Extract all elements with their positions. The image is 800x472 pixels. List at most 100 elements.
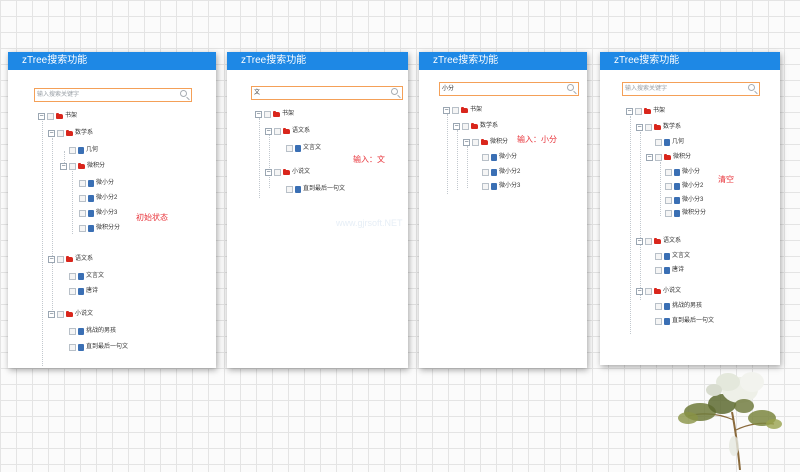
node-checkbox[interactable] bbox=[57, 256, 64, 263]
node-checkbox[interactable] bbox=[655, 154, 662, 161]
tree-node[interactable]: − 书架 bbox=[255, 110, 294, 119]
collapse-switch[interactable]: − bbox=[453, 123, 460, 130]
node-checkbox[interactable] bbox=[69, 147, 76, 154]
search-icon[interactable] bbox=[748, 84, 755, 91]
tree-node[interactable]: − 语文系 bbox=[48, 255, 93, 264]
search-icon[interactable] bbox=[567, 84, 574, 91]
node-checkbox[interactable] bbox=[274, 128, 281, 135]
node-checkbox[interactable] bbox=[472, 139, 479, 146]
tree-node[interactable]: 微小分2 bbox=[70, 194, 117, 203]
collapse-switch[interactable]: − bbox=[48, 256, 55, 263]
tree-node[interactable]: 微小分2 bbox=[656, 182, 703, 191]
node-checkbox[interactable] bbox=[79, 180, 86, 187]
node-checkbox[interactable] bbox=[645, 238, 652, 245]
tree-node[interactable]: 微小分3 bbox=[656, 196, 703, 205]
node-checkbox[interactable] bbox=[69, 163, 76, 170]
tree-node[interactable]: 几何 bbox=[60, 146, 98, 155]
tree-node[interactable]: 微小分 bbox=[473, 153, 517, 162]
collapse-switch[interactable]: − bbox=[636, 124, 643, 131]
collapse-switch[interactable]: − bbox=[626, 108, 633, 115]
collapse-switch[interactable]: − bbox=[48, 130, 55, 137]
collapse-switch[interactable]: − bbox=[443, 107, 450, 114]
collapse-switch[interactable]: − bbox=[636, 238, 643, 245]
node-checkbox[interactable] bbox=[482, 183, 489, 190]
node-checkbox[interactable] bbox=[645, 288, 652, 295]
tree-node[interactable]: 直到最后一句文 bbox=[646, 317, 714, 326]
tree-node[interactable]: 文言文 bbox=[646, 252, 690, 261]
tree-node[interactable]: − 数学系 bbox=[453, 122, 498, 131]
node-checkbox[interactable] bbox=[79, 195, 86, 202]
tree-node[interactable]: − 数学系 bbox=[48, 129, 93, 138]
tree-node[interactable]: − 书架 bbox=[38, 112, 77, 121]
search-input[interactable] bbox=[625, 83, 743, 95]
node-checkbox[interactable] bbox=[482, 169, 489, 176]
node-checkbox[interactable] bbox=[69, 273, 76, 280]
collapse-switch[interactable]: − bbox=[636, 288, 643, 295]
node-checkbox[interactable] bbox=[655, 303, 662, 310]
tree-node[interactable]: − 微积分 bbox=[646, 153, 691, 162]
collapse-switch[interactable]: − bbox=[265, 169, 272, 176]
node-checkbox[interactable] bbox=[665, 183, 672, 190]
node-checkbox[interactable] bbox=[69, 288, 76, 295]
tree-node[interactable]: − 语文系 bbox=[636, 237, 681, 246]
node-checkbox[interactable] bbox=[264, 111, 271, 118]
search-input[interactable] bbox=[37, 89, 175, 101]
collapse-switch[interactable]: − bbox=[38, 113, 45, 120]
tree-node[interactable]: 直到最后一句文 bbox=[277, 185, 345, 194]
node-checkbox[interactable] bbox=[69, 328, 76, 335]
tree-node[interactable]: − 微积分 bbox=[463, 138, 508, 147]
tree-node[interactable]: 文言文 bbox=[277, 144, 321, 153]
tree-node[interactable]: 挑战的男孩 bbox=[60, 327, 116, 336]
node-checkbox[interactable] bbox=[655, 267, 662, 274]
tree-node[interactable]: 微积分分 bbox=[656, 209, 706, 218]
tree-node[interactable]: 挑战的男孩 bbox=[646, 302, 702, 311]
collapse-switch[interactable]: − bbox=[265, 128, 272, 135]
node-checkbox[interactable] bbox=[665, 210, 672, 217]
tree-node[interactable]: − 小说文 bbox=[265, 168, 310, 177]
collapse-switch[interactable]: − bbox=[646, 154, 653, 161]
collapse-switch[interactable]: − bbox=[48, 311, 55, 318]
tree-node[interactable]: − 微积分 bbox=[60, 162, 105, 171]
tree-node[interactable]: 微小分3 bbox=[473, 182, 520, 191]
node-checkbox[interactable] bbox=[57, 311, 64, 318]
node-checkbox[interactable] bbox=[655, 253, 662, 260]
tree-node[interactable]: 文言文 bbox=[60, 272, 104, 281]
search-input[interactable] bbox=[442, 83, 562, 95]
tree-node[interactable]: 唐诗 bbox=[646, 266, 684, 275]
tree-node[interactable]: 唐诗 bbox=[60, 287, 98, 296]
search-icon[interactable] bbox=[391, 88, 398, 95]
tree-node[interactable]: − 书架 bbox=[626, 107, 665, 116]
tree-node[interactable]: 微小分2 bbox=[473, 168, 520, 177]
node-checkbox[interactable] bbox=[57, 130, 64, 137]
node-checkbox[interactable] bbox=[645, 124, 652, 131]
tree-node[interactable]: 几何 bbox=[646, 138, 684, 147]
node-checkbox[interactable] bbox=[69, 344, 76, 351]
node-checkbox[interactable] bbox=[79, 210, 86, 217]
node-checkbox[interactable] bbox=[655, 318, 662, 325]
collapse-switch[interactable]: − bbox=[255, 111, 262, 118]
search-icon[interactable] bbox=[180, 90, 187, 97]
tree-node[interactable]: 微小分 bbox=[656, 168, 700, 177]
node-checkbox[interactable] bbox=[452, 107, 459, 114]
node-checkbox[interactable] bbox=[79, 225, 86, 232]
node-checkbox[interactable] bbox=[482, 154, 489, 161]
tree-node[interactable]: − 语文系 bbox=[265, 127, 310, 136]
tree-node[interactable]: 直到最后一句文 bbox=[60, 343, 128, 352]
node-checkbox[interactable] bbox=[462, 123, 469, 130]
node-checkbox[interactable] bbox=[655, 139, 662, 146]
node-checkbox[interactable] bbox=[665, 169, 672, 176]
tree-node[interactable]: 微积分分 bbox=[70, 224, 120, 233]
node-checkbox[interactable] bbox=[665, 197, 672, 204]
tree-node[interactable]: − 数学系 bbox=[636, 123, 681, 132]
node-checkbox[interactable] bbox=[635, 108, 642, 115]
tree-node[interactable]: 微小分3 bbox=[70, 209, 117, 218]
node-checkbox[interactable] bbox=[286, 145, 293, 152]
collapse-switch[interactable]: − bbox=[463, 139, 470, 146]
search-input[interactable] bbox=[254, 87, 386, 99]
node-checkbox[interactable] bbox=[274, 169, 281, 176]
tree-node[interactable]: − 小说文 bbox=[48, 310, 93, 319]
node-checkbox[interactable] bbox=[47, 113, 54, 120]
node-checkbox[interactable] bbox=[286, 186, 293, 193]
collapse-switch[interactable]: − bbox=[60, 163, 67, 170]
tree-node[interactable]: − 书架 bbox=[443, 106, 482, 115]
